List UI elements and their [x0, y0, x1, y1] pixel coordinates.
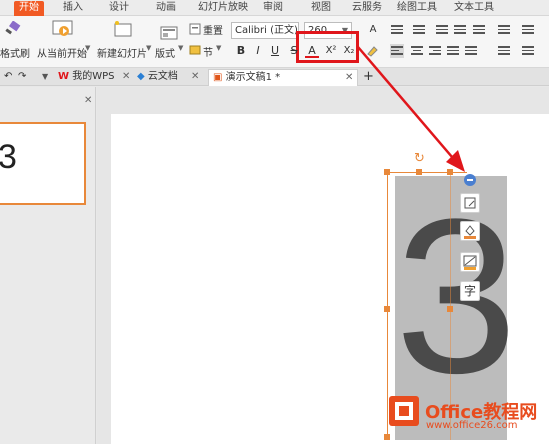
office-logo-icon: [389, 396, 419, 426]
watermark-url: www.office26.com: [426, 420, 518, 431]
annotation-arrow: [357, 46, 465, 172]
